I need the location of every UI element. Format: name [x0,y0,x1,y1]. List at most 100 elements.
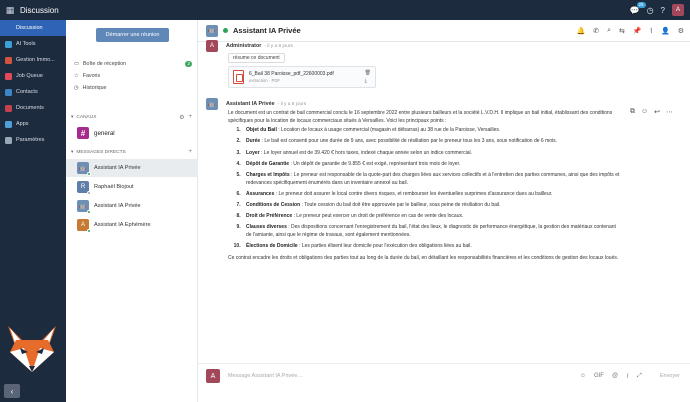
inbox-count-badge: 2 [185,61,192,67]
direct-message-item[interactable]: R Raphaël Biojout [66,178,198,196]
expand-icon[interactable]: ⤢ [637,373,642,380]
mailbox-inbox[interactable]: ▭ Boîte de réception 2 [66,58,198,70]
presence-dot [86,171,91,176]
message-conclusion: Ce contrat encadre les droits et obligat… [228,254,619,261]
nav-item-5[interactable]: Documents [0,100,66,116]
file-name: 6_Bail 38 Paroisse_pdf_22600003.pdf [249,71,334,77]
clock-icon[interactable]: ◷ [647,6,654,15]
mailbox-label: Favoris [82,73,101,79]
summary-points-list: Objet du Bail : Location de locaux à usa… [228,127,620,250]
mention-icon[interactable]: @ [612,373,618,379]
threads-icon[interactable]: ⇆ [619,27,625,35]
chat-notifications-icon[interactable]: 💬 25 [630,1,646,15]
mailbox-history[interactable]: ◷ Historique [66,82,198,94]
summary-point: Clauses diverses : Des dispositions conc… [242,224,620,239]
nav-item-4[interactable]: Contacts [0,84,66,100]
section-label: MESSAGES DIRECTS [76,149,126,155]
nav-item-label: Apps [16,121,29,127]
nav-item-label: Contacts [16,89,38,95]
inbox-icon: ▭ [74,61,80,67]
nav-item-7[interactable]: Paramètres [0,132,66,148]
contact-label: Assistant IA Privée [94,165,141,171]
message-author: Administrator - il y a 8 jours [226,43,293,49]
gear-icon[interactable]: ⚙ [179,114,184,121]
search-icon[interactable]: ⌕ [607,27,611,35]
nav-item-6[interactable]: Apps [0,116,66,132]
nav-item-label: Documents [16,105,44,111]
contact-avatar: A [77,219,91,233]
summary-point: Loyer : Le loyer annuel est de 39.420 € … [242,150,620,158]
more-options-icon[interactable]: ⋯ [666,108,673,116]
contact-label: Assistant IA Ephémère [94,222,151,228]
add-reaction-icon[interactable]: ☺ [641,108,648,116]
star-icon: ☆ [74,73,79,79]
presence-dot [86,190,91,195]
message-author: Assistant IA Privée - il y a 8 jours [226,101,307,107]
app-grid-icon[interactable]: ▦ [0,5,20,16]
composer-avatar: A [206,369,220,383]
direct-message-item[interactable]: 🤖 Assistant IA Privée [66,197,198,215]
copy-icon[interactable]: ⧉ [630,108,635,116]
nav-item-2[interactable]: Gestion Immo... [0,52,66,68]
contact-avatar: R [77,181,91,195]
nav-item-0[interactable]: Discussion [0,20,66,36]
collapse-sidebar-button[interactable]: ‹ [4,384,20,398]
nav-app-icon [5,88,12,96]
send-button[interactable]: Envoyer [650,373,690,379]
add-user-icon[interactable]: 👤 [661,27,670,35]
nav-item-label: Job Queue [16,73,43,79]
nav-item-label: Discussion [16,25,43,31]
add-direct-message-icon[interactable]: + [188,149,192,155]
direct-messages-section-header[interactable]: ▾ MESSAGES DIRECTS + [66,147,198,157]
mailbox-starred[interactable]: ☆ Favoris [66,70,198,82]
nav-app-icon [5,24,12,32]
add-channel-icon[interactable]: + [188,114,192,121]
message-input[interactable] [228,369,572,383]
reply-icon[interactable]: ↩ [654,108,660,116]
nav-app-icon [5,56,12,64]
trash-icon[interactable]: 🗑 [365,70,371,76]
channels-section-header[interactable]: ▾ CANAUX ⚙ + [66,112,198,122]
phone-icon[interactable]: ✆ [593,27,599,35]
mailbox-list: ▭ Boîte de réception 2 ☆ Favoris ◷ Histo… [66,58,198,94]
nav-item-1[interactable]: AI Tools [0,36,66,52]
summary-point: Objet du Bail : Location de locaux à usa… [242,127,620,135]
notification-badge: 25 [636,1,646,8]
attachment-icon[interactable]: ⌇ [626,373,629,380]
start-meeting-button[interactable]: Démarrer une réunion [96,28,169,42]
chevron-down-icon: ▾ [71,114,74,120]
summary-point: Charges et Impôts : Le preneur est respo… [242,172,620,187]
pdf-file-icon [233,70,244,84]
file-attachment[interactable]: 6_Bail 38 Paroisse_pdf_22600003.pdf extr… [228,66,376,88]
help-icon[interactable]: ? [661,6,665,15]
fox-logo-icon [8,326,56,372]
nav-item-3[interactable]: Job Queue [0,68,66,84]
top-bar: ▦ Discussion 💬 25 ◷ ? A [0,0,690,20]
gif-icon[interactable]: GIF [594,373,604,379]
chevron-down-icon: ▾ [71,149,74,155]
message-composer: A ☺ GIF @ ⌇ ⤢ Envoyer [198,366,690,386]
user-avatar[interactable]: A [672,4,684,16]
settings-icon[interactable]: ⚙ [678,27,684,35]
summary-point: Durée : Le bail est consenti pour une du… [242,138,620,146]
attachment-icon[interactable]: ⌇ [650,27,653,35]
online-status-indicator [223,28,228,33]
direct-message-item[interactable]: A Assistant IA Ephémère [66,216,198,234]
presence-dot [86,209,91,214]
message-actions: ⧉ ☺ ↩ ⋯ [630,108,673,116]
nav-item-label: AI Tools [16,41,36,47]
channel-general[interactable]: # general [66,124,198,142]
emoji-icon[interactable]: ☺ [580,373,586,379]
pin-icon[interactable]: 📌 [633,27,642,35]
summary-point: Assurances : Le preneur doit assurer le … [242,191,620,199]
download-icon[interactable]: ⤓ [365,78,371,84]
direct-message-item[interactable]: 🤖 Assistant IA Privée [66,159,198,177]
author-avatar: A [206,40,218,52]
presence-dot [86,228,91,233]
nav-app-icon [5,120,12,128]
main-navigation: Discussion AI Tools Gestion Immo... Job Que… [0,20,66,402]
message-previous: A Administrator - il y a 8 jours [206,40,676,52]
bell-icon[interactable]: 🔔 [576,27,585,35]
contact-label: Raphaël Biojout [94,184,134,190]
message-text: résume ce document [228,53,285,63]
